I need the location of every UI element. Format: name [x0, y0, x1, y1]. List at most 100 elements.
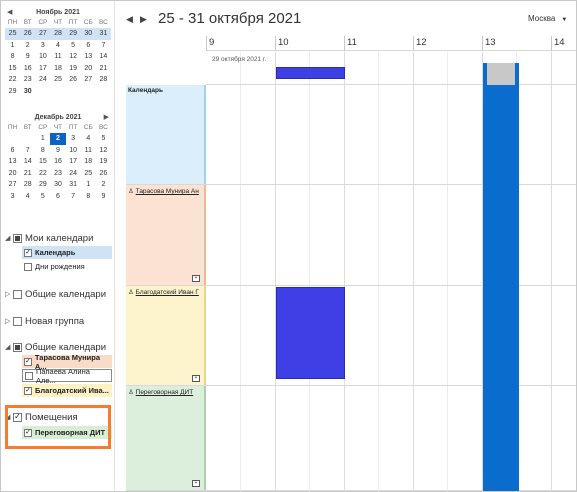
day-cell[interactable]: 10	[35, 51, 50, 63]
expanded-triangle-icon[interactable]: ◢	[5, 234, 13, 242]
calendar-item-blagodatsky[interactable]: ✓ Благодатский Ива...	[22, 384, 112, 397]
group-checkbox[interactable]	[13, 233, 22, 243]
chevron-left-icon[interactable]: ◀	[7, 7, 12, 18]
group-checkbox[interactable]	[13, 316, 22, 326]
checkbox-checked[interactable]: ✓	[24, 248, 32, 257]
day-cell[interactable]: 3	[66, 133, 81, 145]
busy-block-13h[interactable]	[483, 85, 519, 491]
row-label-text[interactable]: Благодатский Иван Г	[136, 289, 199, 296]
day-cell[interactable]: 18	[81, 156, 96, 168]
day-cell[interactable]: 4	[50, 40, 65, 52]
day-cell[interactable]: 29	[65, 28, 81, 40]
day-cell[interactable]: 6	[50, 191, 65, 203]
calendar-item-papaeva[interactable]: Папаева Алина Але...	[22, 367, 112, 385]
timezone-selector[interactable]: Москва ▼	[528, 14, 567, 23]
day-cell[interactable]: 7	[96, 40, 111, 52]
collapsed-triangle-icon[interactable]: ▷	[5, 317, 13, 325]
add-event-icon[interactable]: +	[192, 275, 200, 282]
chevron-right-icon[interactable]: ▶	[104, 112, 109, 123]
checkbox-unchecked[interactable]	[24, 262, 32, 271]
day-cell[interactable]: 10	[66, 145, 81, 157]
group-checkbox[interactable]	[13, 289, 22, 299]
day-cell[interactable]: 17	[66, 156, 81, 168]
day-cell[interactable]: 1	[35, 133, 50, 145]
day-cell[interactable]: 26	[96, 168, 111, 180]
day-cell[interactable]: 23	[50, 168, 65, 180]
day-cell[interactable]: 25	[81, 168, 96, 180]
day-cell[interactable]: 26	[66, 74, 81, 86]
day-cell[interactable]: 9	[96, 191, 111, 203]
day-cell[interactable]: 9	[20, 51, 35, 63]
day-cell[interactable]: 5	[66, 40, 81, 52]
row-label[interactable]: ♙ Тарасова Мунира Ан +	[126, 185, 206, 285]
calendar-item-birthdays[interactable]: Дни рождения	[22, 260, 112, 273]
day-cell[interactable]: 4	[81, 133, 96, 145]
day-cell[interactable]: 2	[20, 40, 35, 52]
day-cell[interactable]: 5	[96, 133, 111, 145]
day-cell[interactable]: 14	[96, 51, 111, 63]
day-cell[interactable]: 21	[96, 63, 111, 75]
day-cell[interactable]: 16	[20, 63, 35, 75]
day-cell[interactable]: 30	[50, 179, 65, 191]
day-cell[interactable]: 7	[20, 145, 35, 157]
calendar-item-calendar[interactable]: ✓ Календарь	[22, 246, 112, 259]
chevron-left-icon[interactable]: ◀	[126, 14, 133, 25]
day-cell[interactable]: 25	[5, 28, 21, 40]
day-cell[interactable]: 15	[35, 156, 50, 168]
day-cell[interactable]: 28	[20, 179, 35, 191]
row-label[interactable]: Календарь	[126, 85, 206, 184]
day-cell[interactable]: 3	[5, 191, 20, 203]
day-cell[interactable]	[20, 133, 35, 145]
day-cell[interactable]: 13	[5, 156, 20, 168]
day-cell[interactable]: 28	[50, 28, 66, 40]
day-cell[interactable]: 27	[81, 74, 96, 86]
add-event-icon[interactable]: +	[192, 375, 200, 382]
day-cell[interactable]: 8	[35, 145, 50, 157]
day-cell[interactable]: 29	[5, 86, 20, 98]
group-new-group[interactable]: ▷ Новая группа	[5, 314, 84, 328]
row-label[interactable]: ♙ Переговорная ДИТ +	[126, 386, 206, 490]
day-cell[interactable]	[5, 133, 20, 145]
day-cell-today[interactable]: 2	[50, 133, 66, 145]
day-cell[interactable]: 9	[50, 145, 65, 157]
day-cell[interactable]: 22	[5, 74, 20, 86]
day-cell[interactable]: 28	[96, 74, 111, 86]
day-cell[interactable]: 5	[35, 191, 50, 203]
day-cell[interactable]: 30	[20, 86, 35, 98]
chevron-right-icon[interactable]: ▶	[140, 14, 147, 25]
group-checkbox[interactable]	[13, 342, 22, 352]
day-cell[interactable]: 3	[35, 40, 50, 52]
day-cell[interactable]: 8	[5, 51, 20, 63]
day-cell[interactable]: 19	[66, 63, 81, 75]
collapsed-triangle-icon[interactable]: ▷	[5, 290, 13, 298]
day-cell[interactable]: 21	[20, 168, 35, 180]
day-cell[interactable]: 25	[50, 74, 65, 86]
day-cell[interactable]: 27	[35, 28, 51, 40]
expanded-triangle-icon[interactable]: ◢	[5, 343, 13, 351]
day-cell[interactable]: 18	[50, 63, 65, 75]
day-cell[interactable]: 27	[5, 179, 20, 191]
checkbox-checked[interactable]: ✓	[24, 386, 32, 395]
day-cell[interactable]: 12	[66, 51, 81, 63]
day-cell[interactable]: 12	[96, 145, 111, 157]
day-cell[interactable]: 8	[81, 191, 96, 203]
day-cell[interactable]: 6	[81, 40, 96, 52]
day-cell[interactable]: 15	[5, 63, 20, 75]
row-label-text[interactable]: Переговорная ДИТ	[136, 389, 194, 396]
busy-block-all-day[interactable]	[276, 67, 345, 79]
day-cell[interactable]: 29	[35, 179, 50, 191]
busy-block-summary[interactable]	[483, 63, 519, 85]
day-cell[interactable]: 13	[81, 51, 96, 63]
day-cell[interactable]: 14	[20, 156, 35, 168]
day-cell[interactable]: 31	[66, 179, 81, 191]
group-shared-calendars-1[interactable]: ▷ Общие календари	[5, 287, 106, 301]
day-cell[interactable]: 17	[35, 63, 50, 75]
busy-block-blagodatsky[interactable]	[276, 287, 345, 379]
day-cell[interactable]: 23	[20, 74, 35, 86]
add-event-icon[interactable]: +	[192, 480, 200, 487]
group-my-calendars[interactable]: ◢ Мои календари	[5, 231, 93, 245]
day-cell[interactable]: 7	[66, 191, 81, 203]
day-cell[interactable]: 4	[20, 191, 35, 203]
checkbox-checked[interactable]: ✓	[24, 357, 32, 366]
day-cell[interactable]: 24	[35, 74, 50, 86]
